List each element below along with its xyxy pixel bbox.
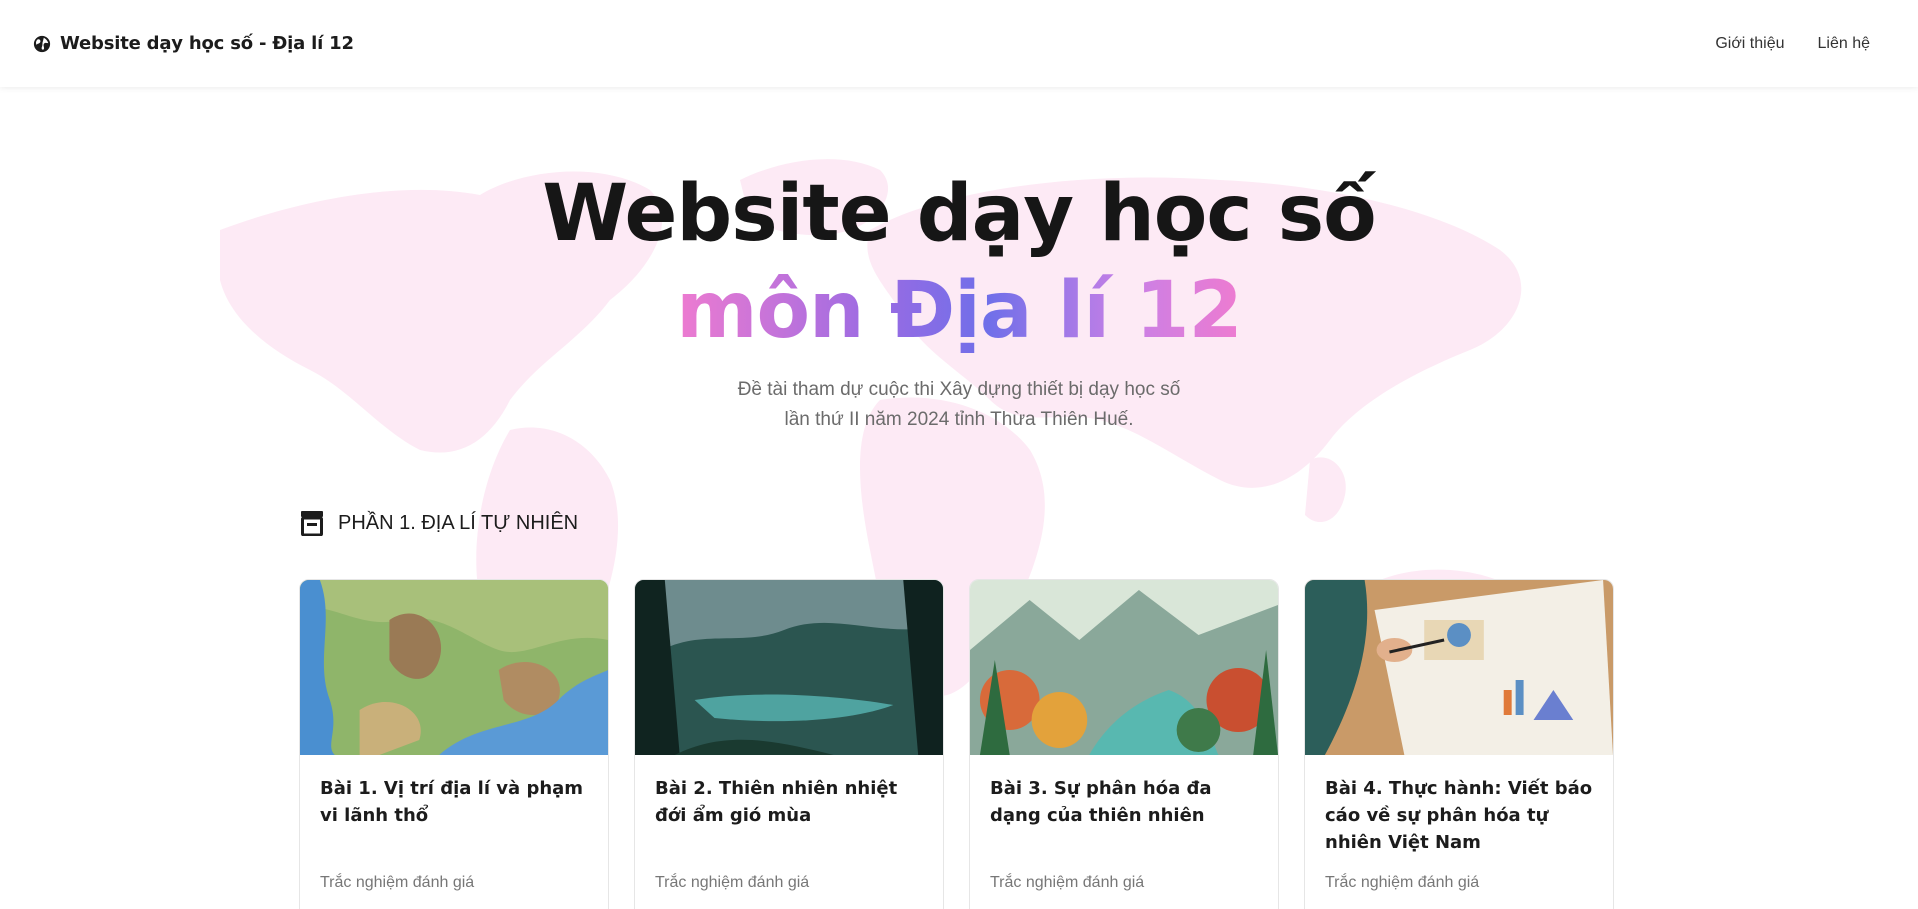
hero-subject-title: môn Địa lí 12: [676, 266, 1243, 356]
lesson-card[interactable]: Bài 3. Sự phân hóa đa dạng của thiên nhi…: [969, 579, 1279, 909]
card-title: Bài 3. Sự phân hóa đa dạng của thiên nhi…: [990, 778, 1212, 826]
archive-box-icon: [301, 511, 323, 536]
lesson-card[interactable]: Bài 4. Thực hành: Viết báo cáo về sự phâ…: [1304, 579, 1614, 909]
colorful-forest-image: [970, 580, 1278, 755]
lesson-card[interactable]: Bài 2. Thiên nhiên nhiệt đới ẩm gió mùa …: [634, 579, 944, 909]
globe-icon: [33, 35, 51, 52]
quiz-link[interactable]: Trắc nghiệm đánh giá: [1325, 874, 1479, 892]
quiz-link[interactable]: Trắc nghiệm đánh giá: [990, 874, 1144, 892]
card-title: Bài 2. Thiên nhiên nhiệt đới ẩm gió mùa: [655, 778, 898, 826]
rainforest-river-image: [635, 580, 943, 755]
main-nav: Giới thiệu Liên hệ: [1715, 35, 1870, 53]
card-title: Bài 4. Thực hành: Viết báo cáo về sự phâ…: [1325, 778, 1593, 853]
brand-title: Website dạy học số - Địa lí 12: [60, 33, 354, 54]
lesson-card[interactable]: Bài 1. Vị trí địa lí và phạm vi lãnh thổ…: [299, 579, 609, 909]
nav-link-contact[interactable]: Liên hệ: [1818, 35, 1871, 53]
lesson-card-list: Bài 1. Vị trí địa lí và phạm vi lãnh thổ…: [299, 579, 1614, 909]
section-title: PHẦN 1. ĐỊA LÍ TỰ NHIÊN: [338, 511, 579, 534]
top-navbar: Website dạy học số - Địa lí 12 Giới thiệ…: [0, 0, 1918, 87]
quiz-link[interactable]: Trắc nghiệm đánh giá: [655, 874, 809, 892]
quiz-link[interactable]: Trắc nghiệm đánh giá: [320, 874, 474, 892]
hero-subtitle: Đề tài tham dự cuộc thi Xây dựng thiết b…: [699, 375, 1219, 435]
topographic-map-image: [300, 580, 608, 755]
hero-section: Website dạy học số môn Địa lí 12 Đề tài …: [0, 87, 1918, 435]
nav-link-about[interactable]: Giới thiệu: [1715, 35, 1784, 53]
brand-home-link[interactable]: Website dạy học số - Địa lí 12: [33, 33, 354, 54]
section-header: PHẦN 1. ĐỊA LÍ TỰ NHIÊN: [300, 510, 578, 536]
card-title: Bài 1. Vị trí địa lí và phạm vi lãnh thổ: [320, 778, 584, 826]
hero-subtitle-line-2: lần thứ II năm 2024 tỉnh Thừa Thiên Huế.: [784, 408, 1134, 430]
hero-title: Website dạy học số: [542, 169, 1377, 259]
report-writing-image: [1305, 580, 1613, 755]
hero-subtitle-line-1: Đề tài tham dự cuộc thi Xây dựng thiết b…: [737, 378, 1181, 400]
